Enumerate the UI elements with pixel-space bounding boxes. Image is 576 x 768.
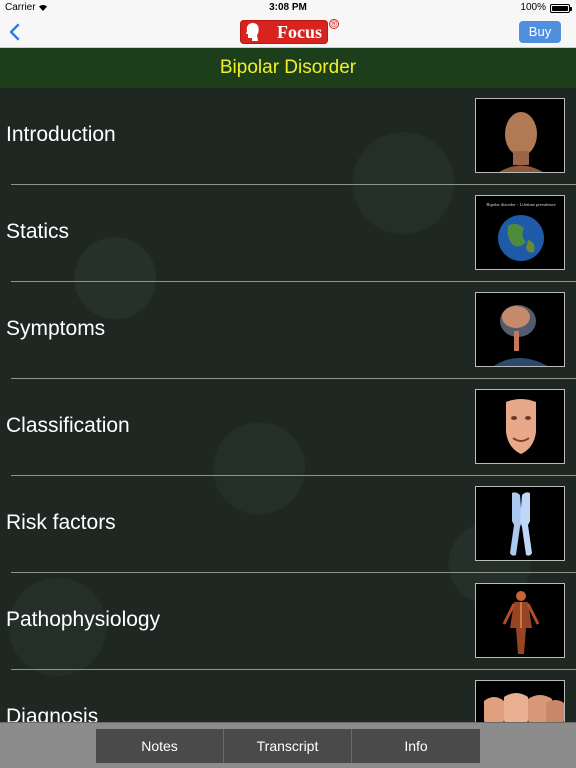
thumbnail-faces-image <box>475 680 565 722</box>
list-item-symptoms[interactable]: Symptoms <box>0 282 576 379</box>
list-item-label: Pathophysiology <box>6 608 161 631</box>
list-item-label: Statics <box>6 220 70 243</box>
thumbnail-brain-image <box>475 292 565 367</box>
page-title: Bipolar Disorder <box>0 48 576 88</box>
list-item-introduction[interactable]: Introduction <box>0 88 576 185</box>
logo-text: Focus <box>277 22 322 42</box>
battery-percent: 100% <box>520 2 546 13</box>
nav-bar: Focus ® Buy <box>0 16 576 48</box>
registered-mark: ® <box>329 19 339 29</box>
list-item-label: Symptoms <box>6 317 106 340</box>
status-bar: Carrier 3:08 PM 100% <box>0 0 576 16</box>
list-item-pathophysiology[interactable]: Pathophysiology <box>0 573 576 670</box>
thumbnail-globe-image: Bipolar disorder - Lifetime prevalence <box>475 195 565 270</box>
thumbnail-body-image <box>475 583 565 658</box>
thumbnail-face-image <box>475 389 565 464</box>
list-item-label: Risk factors <box>6 511 116 534</box>
buy-button[interactable]: Buy <box>519 21 561 43</box>
focus-logo-head-icon <box>246 23 259 41</box>
thumbnail-chromosome-image <box>475 486 565 561</box>
list-item-statics[interactable]: Statics Bipolar disorder - Lifetime prev… <box>0 185 576 282</box>
tab-notes[interactable]: Notes <box>96 729 224 763</box>
tab-info[interactable]: Info <box>352 729 480 763</box>
tab-transcript[interactable]: Transcript <box>224 729 352 763</box>
list-item-risk-factors[interactable]: Risk factors <box>0 476 576 573</box>
topic-list: Introduction Statics Bipolar disorder - … <box>0 88 576 722</box>
list-item-label: Introduction <box>6 123 116 146</box>
list-item-diagnosis[interactable]: Diagnosis <box>0 670 576 722</box>
status-time: 3:08 PM <box>269 2 307 13</box>
thumbnail-head-image <box>475 98 565 173</box>
thumbnail-caption: Bipolar disorder - Lifetime prevalence <box>486 202 555 207</box>
list-item-classification[interactable]: Classification <box>0 379 576 476</box>
list-item-label: Classification <box>6 414 130 437</box>
list-item-label: Diagnosis <box>6 705 99 722</box>
bottom-toolbar: Notes Transcript Info <box>0 722 576 768</box>
focus-logo: Focus <box>240 20 328 44</box>
back-chevron-icon[interactable] <box>4 20 28 44</box>
battery-icon <box>550 4 572 13</box>
